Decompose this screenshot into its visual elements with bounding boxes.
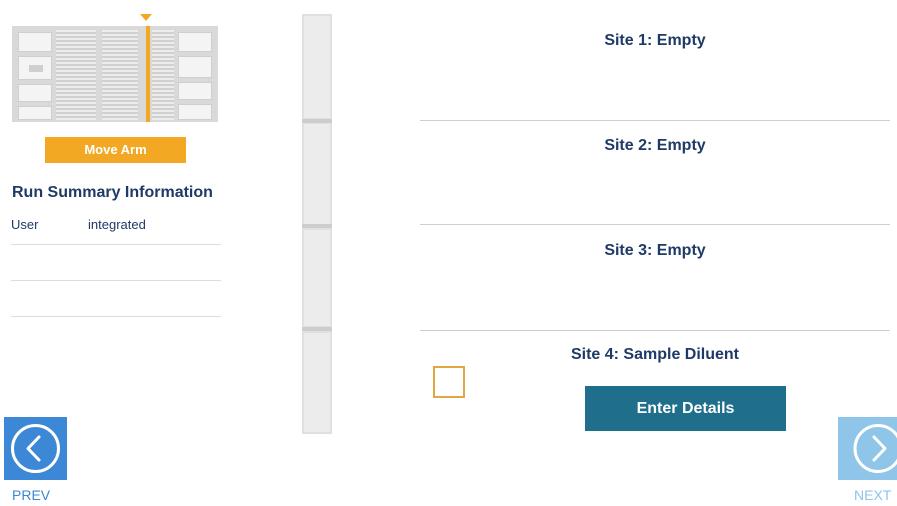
site-1-title: Site 1: Empty [604, 32, 706, 49]
next-label[interactable]: NEXT [854, 487, 891, 503]
move-arm-button[interactable]: Move Arm [45, 137, 186, 163]
deck-site [178, 104, 212, 120]
site-3-title: Site 3: Empty [604, 242, 706, 259]
deck-overview[interactable] [12, 14, 218, 122]
run-summary-title: Run Summary Information [12, 184, 213, 201]
summary-row [11, 244, 221, 281]
slot-divider [302, 327, 332, 331]
summary-value: integrated [88, 217, 146, 232]
site-4-checkbox[interactable] [433, 366, 465, 398]
slot-divider [302, 224, 332, 228]
deck-site [18, 84, 52, 102]
deck-site [178, 56, 212, 78]
deck-rack [102, 30, 138, 120]
site-divider [420, 224, 890, 225]
slot-segment[interactable] [304, 333, 330, 432]
deck-rack [56, 30, 96, 120]
slot-segment[interactable] [304, 16, 330, 118]
site-slot-strip[interactable] [302, 14, 332, 434]
site-divider [420, 330, 890, 331]
arm-position-marker-icon [140, 14, 152, 21]
slot-segment[interactable] [304, 230, 330, 326]
deck-site [18, 56, 52, 80]
slot-divider [302, 119, 332, 123]
deck-site [178, 32, 212, 52]
summary-row: User integrated [11, 208, 221, 245]
deck-frame [12, 26, 218, 122]
arm-indicator [146, 26, 150, 122]
deck-site [18, 32, 52, 52]
slot-segment[interactable] [304, 124, 330, 224]
summary-key: User [11, 217, 39, 232]
next-button[interactable] [838, 417, 897, 480]
site-4-title: Site 4: Sample Diluent [570, 346, 740, 363]
site-2-title: Site 2: Empty [604, 137, 706, 154]
chevron-left-circle-icon [11, 424, 60, 473]
prev-label[interactable]: PREV [12, 487, 50, 503]
deck-site [18, 106, 52, 120]
chevron-right-circle-icon [853, 424, 897, 473]
enter-details-button[interactable]: Enter Details [585, 386, 786, 431]
site-divider [420, 120, 890, 121]
prev-button[interactable] [4, 417, 67, 480]
deck-site [178, 82, 212, 100]
deck-rack [152, 30, 174, 120]
summary-row [11, 280, 221, 317]
